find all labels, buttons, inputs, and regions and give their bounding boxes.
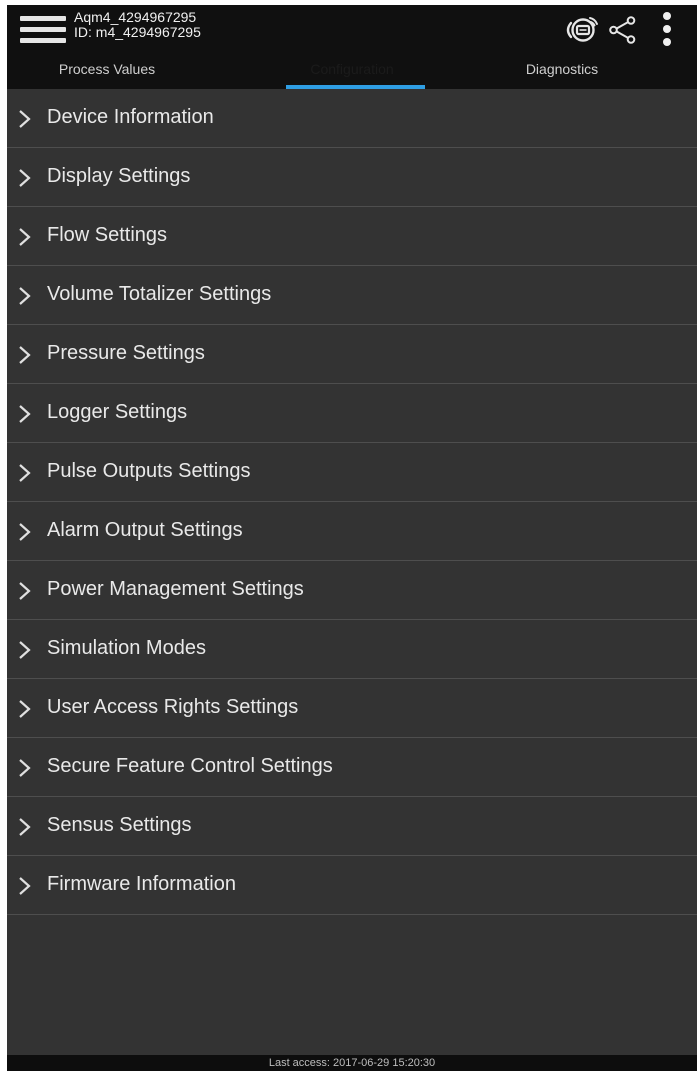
menu-item-volume-totalizer-settings[interactable]: Volume Totalizer Settings — [7, 266, 697, 325]
menu-item-label: Sensus Settings — [47, 814, 192, 836]
menu-item-label: Power Management Settings — [47, 578, 304, 600]
menu-item-power-management-settings[interactable]: Power Management Settings — [7, 561, 697, 620]
menu-item-label: Alarm Output Settings — [47, 519, 243, 541]
menu-item-label: Logger Settings — [47, 401, 188, 423]
overflow-menu-button[interactable] — [655, 9, 679, 49]
more-vertical-icon — [663, 12, 671, 46]
chevron-right-icon — [19, 464, 31, 482]
status-footer: Last access: 2017-06-29 15:20:30 — [7, 1055, 697, 1071]
menu-item-flow-settings[interactable]: Flow Settings — [7, 207, 697, 266]
chevron-right-icon — [19, 877, 31, 895]
menu-item-label: Display Settings — [47, 165, 191, 187]
menu-item-user-access-rights-settings[interactable]: User Access Rights Settings — [7, 679, 697, 738]
nfc-icon — [566, 17, 598, 42]
device-id: ID: m4_4294967295 — [74, 24, 201, 40]
menu-item-firmware-information[interactable]: Firmware Information — [7, 856, 697, 915]
menu-item-simulation-modes[interactable]: Simulation Modes — [7, 620, 697, 679]
tab-process-values[interactable]: Process Values — [7, 53, 207, 89]
share-button[interactable] — [607, 13, 639, 47]
chevron-right-icon — [19, 346, 31, 364]
chevron-right-icon — [19, 523, 31, 541]
share-icon — [609, 16, 636, 44]
menu-item-sensus-settings[interactable]: Sensus Settings — [7, 797, 697, 856]
menu-item-label: Simulation Modes — [47, 637, 206, 659]
menu-item-alarm-output-settings[interactable]: Alarm Output Settings — [7, 502, 697, 561]
chevron-right-icon — [19, 287, 31, 305]
chevron-right-icon — [19, 169, 31, 187]
tab-diagnostics[interactable]: Diagnostics — [477, 53, 647, 89]
menu-item-pulse-outputs-settings[interactable]: Pulse Outputs Settings — [7, 443, 697, 502]
last-access-text: Last access: 2017-06-29 15:20:30 — [268, 1057, 436, 1069]
chevron-right-icon — [19, 582, 31, 600]
menu-item-logger-settings[interactable]: Logger Settings — [7, 384, 697, 443]
menu-item-label: Firmware Information — [47, 873, 236, 895]
app-screen: Aqm4_4294967295 ID: m4_4294967295 Proces… — [7, 5, 697, 1071]
menu-item-label: Volume Totalizer Settings — [47, 283, 272, 305]
app-bar: Aqm4_4294967295 ID: m4_4294967295 Proces… — [7, 5, 697, 89]
hamburger-menu-icon[interactable] — [20, 14, 66, 44]
menu-item-pressure-settings[interactable]: Pressure Settings — [7, 325, 697, 384]
nfc-button[interactable] — [562, 13, 602, 47]
settings-menu-list: Device Information Display Settings Flow… — [7, 89, 697, 915]
tab-configuration[interactable]: Configuration — [237, 53, 467, 89]
chevron-right-icon — [19, 110, 31, 128]
chevron-right-icon — [19, 700, 31, 718]
chevron-right-icon — [19, 641, 31, 659]
menu-item-secure-feature-control-settings[interactable]: Secure Feature Control Settings — [7, 738, 697, 797]
menu-item-label: User Access Rights Settings — [47, 696, 299, 718]
menu-item-label: Pressure Settings — [47, 342, 205, 364]
chevron-right-icon — [19, 405, 31, 423]
menu-item-label: Secure Feature Control Settings — [47, 755, 333, 777]
chevron-right-icon — [19, 228, 31, 246]
menu-item-device-information[interactable]: Device Information — [7, 89, 697, 148]
menu-item-label: Device Information — [47, 106, 214, 128]
chevron-right-icon — [19, 818, 31, 836]
chevron-right-icon — [19, 759, 31, 777]
menu-item-display-settings[interactable]: Display Settings — [7, 148, 697, 207]
menu-item-label: Pulse Outputs Settings — [47, 460, 251, 482]
menu-item-label: Flow Settings — [47, 224, 168, 246]
tab-bar: Process Values Configuration Diagnostics — [7, 53, 697, 89]
device-name: Aqm4_4294967295 — [74, 9, 197, 25]
